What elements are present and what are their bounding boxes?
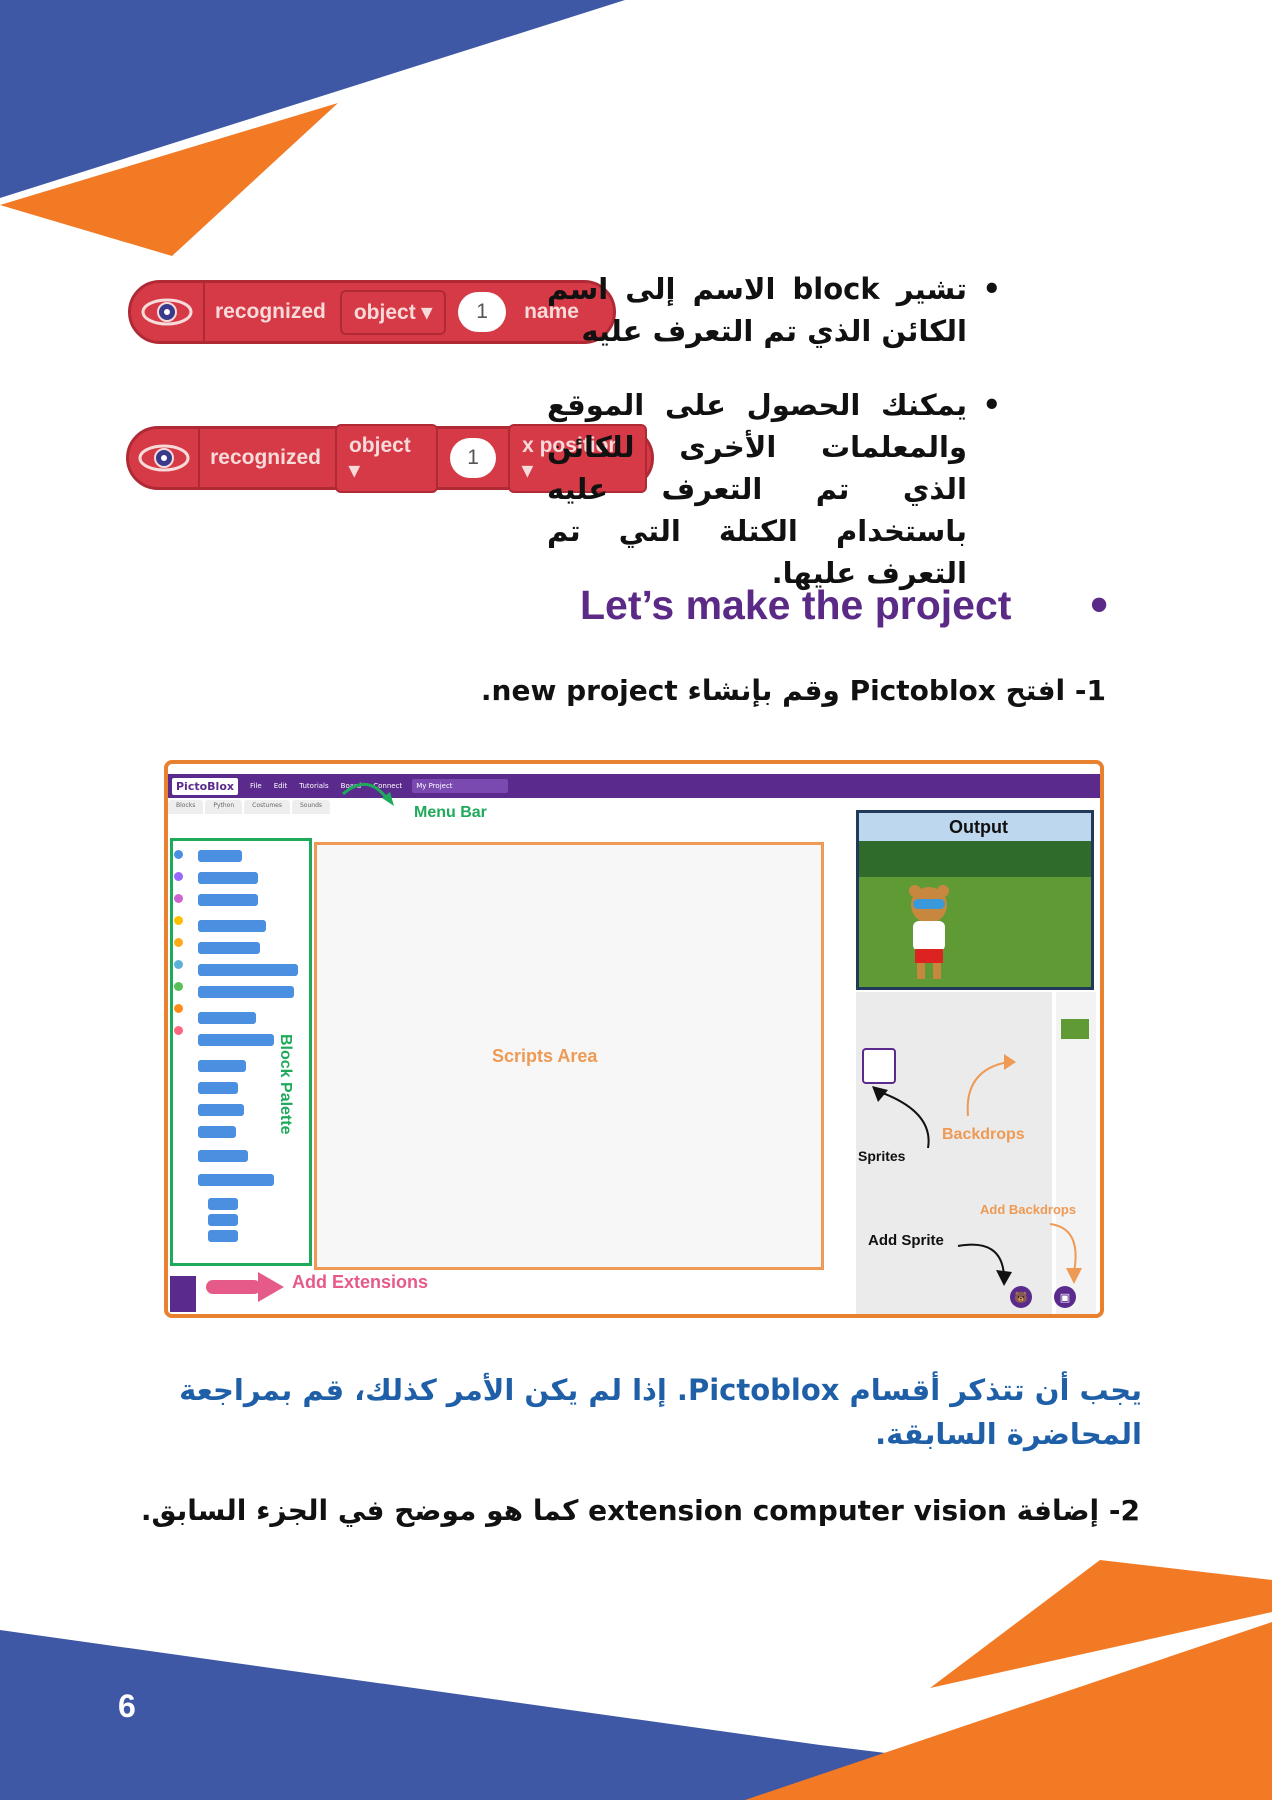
block-label: recognized xyxy=(210,446,321,469)
index-input[interactable]: 1 xyxy=(458,292,507,332)
app-logo: PictoBlox xyxy=(172,777,238,795)
add-extensions-label: Add Extensions xyxy=(292,1272,429,1292)
add-backdrop-button[interactable]: ▣ xyxy=(1054,1286,1076,1308)
page-number: 6 xyxy=(118,1688,136,1724)
eye-icon xyxy=(131,283,205,341)
index-input[interactable]: 1 xyxy=(450,438,497,478)
tab-sounds[interactable]: Sounds xyxy=(291,800,331,814)
section-heading: Let’s make the project xyxy=(580,582,1012,628)
bullet-list: تشير block الاسم إلى اسم الكائن الذي تم … xyxy=(547,268,1001,618)
scripts-area-label: Scripts Area xyxy=(492,1046,598,1066)
stage-output: Output xyxy=(856,810,1094,990)
menu-bar: PictoBlox File Edit Tutorials Board Conn… xyxy=(168,774,1100,798)
bullet-item: يمكنك الحصول على الموقع والمعلمات الأخرى… xyxy=(547,384,1001,594)
tab-blocks[interactable]: Blocks xyxy=(168,800,204,814)
menu-item-file[interactable]: File xyxy=(250,782,262,790)
recognized-name-block: recognized object ▾ 1 name xyxy=(128,280,616,344)
arrow-icon xyxy=(1049,1223,1082,1284)
backdrop-thumbnail[interactable] xyxy=(1061,1019,1089,1039)
sprite-thumbnail[interactable] xyxy=(862,1048,896,1084)
menu-bar-label: Menu Bar xyxy=(414,804,487,821)
add-sprite-label: Add Sprite xyxy=(868,1232,944,1249)
add-sprite-button[interactable]: 🐻 xyxy=(1010,1286,1032,1308)
menu-item-edit[interactable]: Edit xyxy=(274,782,288,790)
bullet-item: تشير block الاسم إلى اسم الكائن الذي تم … xyxy=(547,268,1001,352)
tab-costumes[interactable]: Costumes xyxy=(244,800,290,814)
block-label: recognized xyxy=(215,300,326,323)
eye-icon xyxy=(129,429,201,487)
add-extensions-button[interactable] xyxy=(170,1276,196,1312)
arrow-icon xyxy=(342,783,394,806)
editor-tabs: Blocks Python Costumes Sounds xyxy=(168,800,332,814)
review-note: يجب أن تتذكر أقسام Pictoblox. إذا لم يكن… xyxy=(179,1373,1142,1451)
arrow-icon xyxy=(872,1086,930,1149)
tab-python[interactable]: Python xyxy=(205,800,243,814)
step-2: 2- إضافة extension computer vision كما ه… xyxy=(140,1494,1140,1527)
bear-sprite-icon xyxy=(909,885,949,979)
menu-item-tutorials[interactable]: Tutorials xyxy=(299,782,328,790)
step-1: 1- افتح Pictoblox وقم بإنشاء new project… xyxy=(480,674,1106,707)
arrow-icon xyxy=(206,1272,284,1302)
arrow-icon xyxy=(966,1054,1016,1117)
arrow-icon xyxy=(957,1243,1012,1286)
block-palette-label: Block Palette xyxy=(277,1034,294,1135)
object-dropdown[interactable]: object ▾ xyxy=(339,289,447,335)
output-label: Output xyxy=(949,817,1008,837)
heading-bullet: • xyxy=(1086,582,1113,630)
backdrops-label: Backdrops xyxy=(942,1126,1025,1143)
pictoblox-screenshot: PictoBlox File Edit Tutorials Board Conn… xyxy=(164,760,1104,1318)
add-backdrops-label: Add Backdrops xyxy=(980,1202,1077,1217)
object-dropdown[interactable]: object ▾ xyxy=(334,423,439,493)
project-name-input[interactable]: My Project xyxy=(412,779,509,793)
